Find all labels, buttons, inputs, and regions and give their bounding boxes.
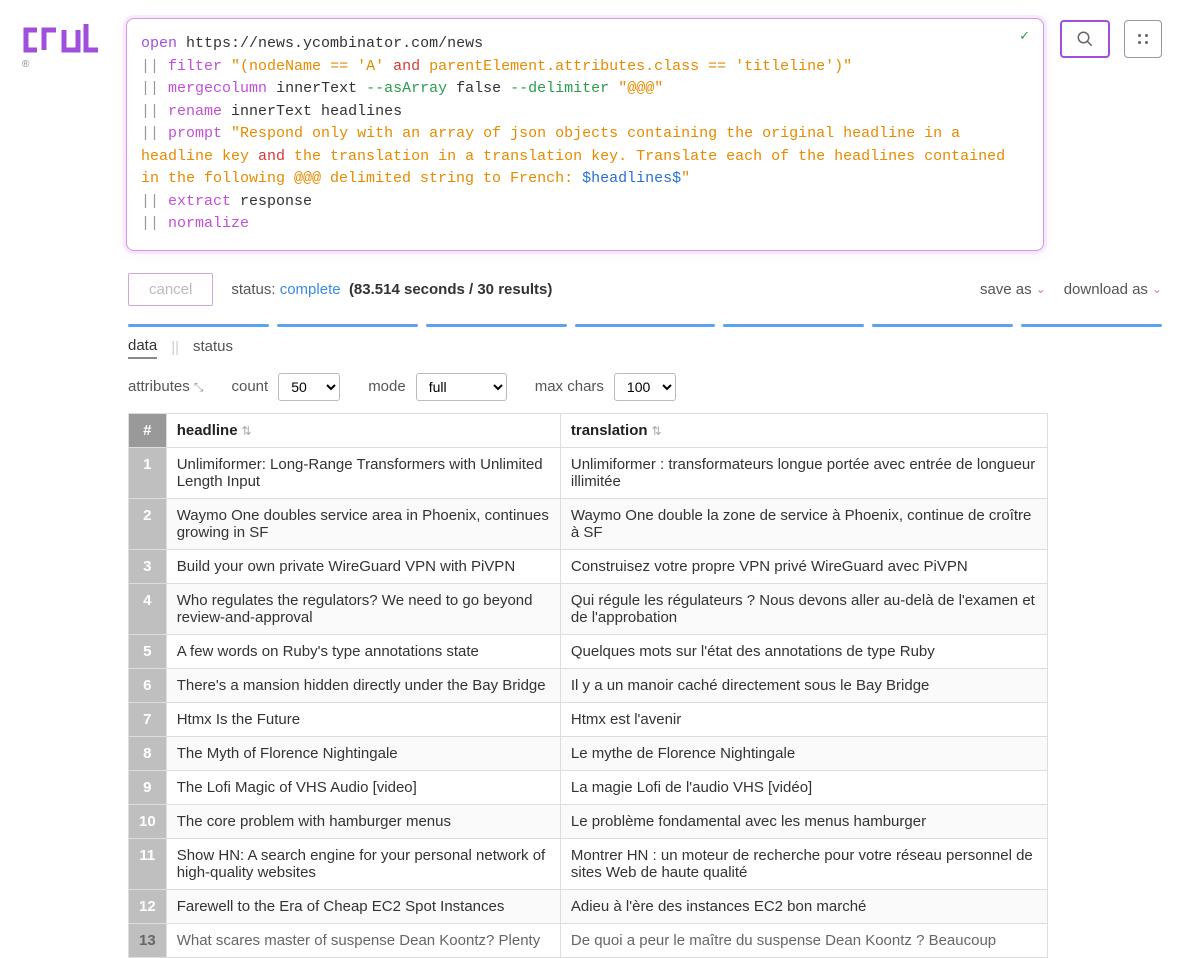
cell-translation: Montrer HN : un moteur de recherche pour… (560, 838, 1047, 889)
table-row[interactable]: 10The core problem with hamburger menusL… (129, 804, 1048, 838)
search-button[interactable] (1060, 20, 1110, 58)
cell-headline: A few words on Ruby's type annotations s… (166, 634, 560, 668)
cell-headline: Farewell to the Era of Cheap EC2 Spot In… (166, 889, 560, 923)
cell-translation: Htmx est l'avenir (560, 702, 1047, 736)
row-number: 4 (129, 583, 167, 634)
column-translation[interactable]: translation⇅ (560, 413, 1047, 447)
cell-translation: Waymo One double la zone de service à Ph… (560, 498, 1047, 549)
table-row[interactable]: 5A few words on Ruby's type annotations … (129, 634, 1048, 668)
cell-translation: Construisez votre propre VPN privé WireG… (560, 549, 1047, 583)
cell-headline: Build your own private WireGuard VPN wit… (166, 549, 560, 583)
download-as-dropdown[interactable]: download as⌄ (1064, 281, 1162, 298)
cell-headline: Show HN: A search engine for your person… (166, 838, 560, 889)
valid-check-icon: ✓ (1019, 28, 1030, 44)
row-number: 11 (129, 838, 167, 889)
cell-translation: La magie Lofi de l'audio VHS [vidéo] (560, 770, 1047, 804)
save-as-dropdown[interactable]: save as⌄ (980, 281, 1046, 298)
cell-headline: Unlimiformer: Long-Range Transformers wi… (166, 447, 560, 498)
query-editor[interactable]: open https://news.ycombinator.com/news||… (126, 18, 1044, 251)
column-headline[interactable]: headline⇅ (166, 413, 560, 447)
row-number: 1 (129, 447, 167, 498)
cell-translation: Quelques mots sur l'état des annotations… (560, 634, 1047, 668)
count-label: count (231, 378, 268, 395)
row-number: 5 (129, 634, 167, 668)
cell-headline: Htmx Is the Future (166, 702, 560, 736)
cell-headline: There's a mansion hidden directly under … (166, 668, 560, 702)
table-row[interactable]: 7Htmx Is the FutureHtmx est l'avenir (129, 702, 1048, 736)
row-number: 9 (129, 770, 167, 804)
expand-button[interactable] (1124, 20, 1162, 58)
cell-translation: Le problème fondamental avec les menus h… (560, 804, 1047, 838)
logo[interactable]: ® (20, 18, 110, 76)
table-row[interactable]: 13What scares master of suspense Dean Ko… (129, 923, 1048, 957)
cell-translation: Qui régule les régulateurs ? Nous devons… (560, 583, 1047, 634)
mode-label: mode (368, 378, 406, 395)
cell-translation: De quoi a peur le maître du suspense Dea… (560, 923, 1047, 957)
table-row[interactable]: 6There's a mansion hidden directly under… (129, 668, 1048, 702)
maxchars-label: max chars (535, 378, 604, 395)
count-select[interactable]: 102550100 (278, 373, 340, 401)
mode-select[interactable]: fullcompact (416, 373, 507, 401)
cell-headline: Waymo One doubles service area in Phoeni… (166, 498, 560, 549)
tab-data[interactable]: data (128, 337, 157, 359)
cell-headline: What scares master of suspense Dean Koon… (166, 923, 560, 957)
table-row[interactable]: 1Unlimiformer: Long-Range Transformers w… (129, 447, 1048, 498)
search-icon (1076, 30, 1094, 48)
status-text: status: complete (83.514 seconds / 30 re… (231, 281, 552, 298)
progress-segments (128, 324, 1162, 327)
expand-icon (1136, 32, 1150, 46)
row-number: 7 (129, 702, 167, 736)
row-number: 2 (129, 498, 167, 549)
table-row[interactable]: 9The Lofi Magic of VHS Audio [video]La m… (129, 770, 1048, 804)
row-number: 10 (129, 804, 167, 838)
row-number: 12 (129, 889, 167, 923)
table-row[interactable]: 3Build your own private WireGuard VPN wi… (129, 549, 1048, 583)
cancel-button[interactable]: cancel (128, 273, 213, 306)
cell-translation: Le mythe de Florence Nightingale (560, 736, 1047, 770)
cell-headline: The Lofi Magic of VHS Audio [video] (166, 770, 560, 804)
table-row[interactable]: 2Waymo One doubles service area in Phoen… (129, 498, 1048, 549)
sort-icon: ⇅ (652, 424, 662, 438)
cell-translation: Adieu à l'ère des instances EC2 bon marc… (560, 889, 1047, 923)
attributes-toggle[interactable]: attributes ⤡ (128, 378, 203, 395)
row-number: 13 (129, 923, 167, 957)
cell-headline: The core problem with hamburger menus (166, 804, 560, 838)
collapse-icon: ⤡ (194, 380, 204, 394)
table-row[interactable]: 4Who regulates the regulators? We need t… (129, 583, 1048, 634)
cell-headline: The Myth of Florence Nightingale (166, 736, 560, 770)
table-row[interactable]: 11Show HN: A search engine for your pers… (129, 838, 1048, 889)
row-number: 8 (129, 736, 167, 770)
table-row[interactable]: 8The Myth of Florence NightingaleLe myth… (129, 736, 1048, 770)
tab-status[interactable]: status (193, 338, 233, 358)
results-table: # headline⇅ translation⇅ 1Unlimiformer: … (128, 413, 1048, 958)
cell-translation: Il y a un manoir caché directement sous … (560, 668, 1047, 702)
column-number[interactable]: # (129, 413, 167, 447)
cell-translation: Unlimiformer : transformateurs longue po… (560, 447, 1047, 498)
chevron-down-icon: ⌄ (1036, 282, 1046, 296)
row-number: 3 (129, 549, 167, 583)
chevron-down-icon: ⌄ (1152, 282, 1162, 296)
tab-separator: || (171, 339, 179, 356)
maxchars-select[interactable]: 50100200500 (614, 373, 676, 401)
row-number: 6 (129, 668, 167, 702)
sort-icon: ⇅ (242, 424, 252, 438)
table-row[interactable]: 12Farewell to the Era of Cheap EC2 Spot … (129, 889, 1048, 923)
cell-headline: Who regulates the regulators? We need to… (166, 583, 560, 634)
